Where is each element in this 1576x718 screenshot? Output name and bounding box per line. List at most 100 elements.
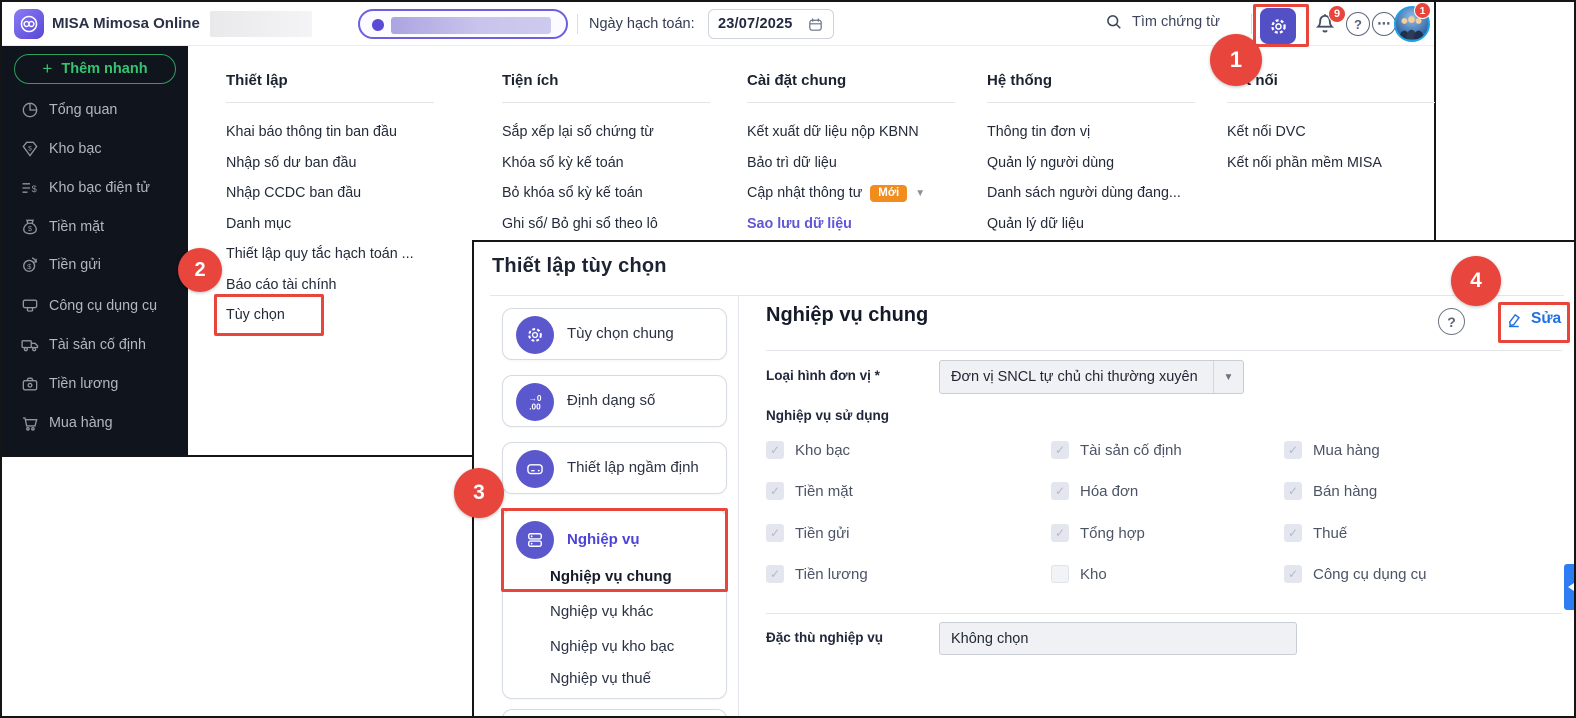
- menu-column-title: Tiện ích: [502, 72, 559, 89]
- unit-type-select[interactable]: Đơn vị SNCL tự chủ chi thường xuyên ▼: [939, 360, 1244, 394]
- menu-item[interactable]: Danh sách người dùng đang...: [987, 178, 1222, 209]
- divider: [1227, 102, 1435, 103]
- sidebar-item-cong-cu-dung-cu[interactable]: Công cụ dụng cụ: [2, 292, 188, 320]
- svg-text:→0: →0: [529, 394, 542, 403]
- modal-nav-dinh-dang-so[interactable]: →0.00 Định dạng số: [502, 375, 727, 427]
- checkbox[interactable]: ✓: [1051, 441, 1069, 459]
- content-heading: Nghiệp vụ chung: [766, 304, 929, 326]
- svg-text:.00: .00: [529, 403, 541, 412]
- find-voucher-label: Tìm chứng từ: [1132, 14, 1220, 30]
- chevron-left-icon: [1568, 583, 1574, 591]
- sidebar-item-tai-san-co-dinh[interactable]: Tài sản cố định: [2, 331, 188, 359]
- ellipsis-icon: ⋯: [1377, 16, 1391, 31]
- menu-column-he-thong: Hệ thống Thông tin đơn vị Quản lý người …: [987, 72, 1222, 239]
- sidebar-item-tien-mat[interactable]: $ Tiền mặt: [2, 213, 188, 241]
- checkbox[interactable]: ✓: [1051, 565, 1069, 583]
- checkbox[interactable]: ✓: [766, 565, 784, 583]
- notifications-bell-button[interactable]: 9: [1312, 5, 1346, 39]
- menu-item[interactable]: Quản lý dữ liệu: [987, 209, 1222, 240]
- menu-item[interactable]: Thông tin đơn vị: [987, 117, 1222, 148]
- checkbox[interactable]: ✓: [1051, 482, 1069, 500]
- modal-nav-nghiep-vu-khac[interactable]: Nghiệp vụ khác: [550, 603, 653, 620]
- collapse-panel-tab[interactable]: [1564, 564, 1574, 610]
- options-modal: Thiết lập tùy chọn Tùy chọn chung →0.00 …: [472, 240, 1574, 716]
- menu-item[interactable]: Danh mục: [226, 209, 496, 240]
- checkbox[interactable]: ✓: [1284, 482, 1302, 500]
- menu-item[interactable]: Bảo trì dữ liệu: [747, 148, 987, 179]
- sidebar-item-kho-bac-dien-tu[interactable]: $ Kho bạc điện tử: [2, 174, 188, 202]
- help-icon: ?: [1354, 16, 1362, 32]
- check-icon: ✓: [1287, 567, 1299, 581]
- menu-item[interactable]: Khóa sổ kỳ kế toán: [502, 148, 737, 179]
- sidebar-item-mua-hang[interactable]: Mua hàng: [2, 409, 188, 437]
- more-options-button[interactable]: ⋯: [1372, 12, 1396, 36]
- help-button[interactable]: ?: [1438, 308, 1465, 335]
- find-voucher-button[interactable]: Tìm chứng từ: [1104, 12, 1220, 32]
- special-ops-field[interactable]: Không chọn: [939, 622, 1297, 655]
- check-icon: ✓: [1054, 443, 1066, 457]
- status-dot-icon: [372, 19, 384, 31]
- modal-title: Thiết lập tùy chọn: [492, 255, 667, 277]
- checkbox[interactable]: ✓: [766, 524, 784, 542]
- check-icon: ✓: [769, 443, 781, 457]
- menu-item-sao-luu[interactable]: Sao lưu dữ liệu: [747, 209, 987, 240]
- modal-nav-nghiep-vu-kho-bac[interactable]: Nghiệp vụ kho bạc: [550, 638, 674, 655]
- svg-text:$: $: [27, 262, 32, 271]
- blurred-status-pill[interactable]: [358, 9, 568, 39]
- checkbox[interactable]: ✓: [1284, 441, 1302, 459]
- menu-item[interactable]: Khai báo thông tin ban đầu: [226, 117, 496, 148]
- sidebar-item-tien-gui[interactable]: $ Tiền gửi: [2, 251, 188, 279]
- menu-item[interactable]: Kết nối phần mềm MISA: [1227, 148, 1417, 179]
- cash-icon: $: [20, 217, 40, 237]
- annotation-box-step3: [501, 508, 728, 592]
- modal-nav-thiet-lap-ngam-dinh[interactable]: Thiết lập ngầm định: [502, 442, 727, 494]
- menu-item[interactable]: Kết xuất dữ liệu nộp KBNN: [747, 117, 987, 148]
- blurred-company-name: [210, 11, 312, 37]
- divider: [766, 350, 1562, 351]
- modal-nav-tuy-chon-chung[interactable]: Tùy chọn chung: [502, 308, 727, 360]
- treasury-icon: $: [20, 139, 40, 159]
- checkbox[interactable]: ✓: [1051, 524, 1069, 542]
- module-kho: ✓ Kho: [1051, 564, 1107, 584]
- quick-add-button[interactable]: + Thêm nhanh: [14, 54, 176, 84]
- check-icon: ✓: [769, 484, 781, 498]
- checkbox[interactable]: ✓: [1284, 565, 1302, 583]
- menu-item[interactable]: Nhập số dư ban đầu: [226, 148, 496, 179]
- posting-date-field[interactable]: 23/07/2025: [708, 9, 834, 39]
- menu-item[interactable]: Sắp xếp lại số chứng từ: [502, 117, 737, 148]
- menu-item[interactable]: Ghi sổ/ Bỏ ghi sổ theo lô: [502, 209, 737, 240]
- modal-nav-partial-card[interactable]: [502, 709, 727, 716]
- help-button[interactable]: ?: [1346, 12, 1370, 36]
- checkbox[interactable]: ✓: [1284, 524, 1302, 542]
- payroll-briefcase-icon: [20, 374, 40, 394]
- unit-type-label: Loại hình đơn vị *: [766, 368, 880, 383]
- menu-item[interactable]: Nhập CCDC ban đầu: [226, 178, 496, 209]
- overview-pie-icon: [20, 100, 40, 120]
- chevron-down-icon: ▼: [915, 187, 926, 199]
- svg-text:$: $: [28, 145, 32, 152]
- deposit-icon: $: [20, 255, 40, 275]
- module-mua-hang: ✓ Mua hàng: [1284, 440, 1380, 460]
- modal-nav-nghiep-vu-thue[interactable]: Nghiệp vụ thuế: [550, 670, 651, 687]
- menu-item-cap-nhat-thong-tu[interactable]: Cập nhật thông tư Mới ▼: [747, 178, 987, 209]
- misa-logo-icon[interactable]: [14, 9, 44, 39]
- sidebar-item-tong-quan[interactable]: Tổng quan: [2, 96, 188, 124]
- menu-item[interactable]: Bỏ khóa sổ kỳ kế toán: [502, 178, 737, 209]
- module-tong-hop: ✓ Tổng hợp: [1051, 523, 1145, 543]
- menu-column-ket-noi: Kết nối Kết nối DVC Kết nối phần mềm MIS…: [1227, 72, 1435, 179]
- menu-item[interactable]: Quản lý người dùng: [987, 148, 1222, 179]
- special-ops-label: Đặc thù nghiệp vụ: [766, 630, 884, 645]
- sidebar-item-tien-luong[interactable]: Tiền lương: [2, 370, 188, 398]
- menu-item[interactable]: Thiết lập quy tắc hạch toán ...: [226, 239, 496, 270]
- topbar-separator: [1251, 14, 1252, 34]
- left-sidebar: + Thêm nhanh Tổng quan $ Kho bạc $ Kho b…: [2, 46, 188, 455]
- module-tien-mat: ✓ Tiền mặt: [766, 481, 853, 501]
- checkbox[interactable]: ✓: [766, 482, 784, 500]
- checkbox[interactable]: ✓: [766, 441, 784, 459]
- avatar-notification-badge: 1: [1414, 2, 1431, 19]
- chevron-down-icon: ▼: [1213, 361, 1243, 393]
- menu-item[interactable]: Kết nối DVC: [1227, 117, 1417, 148]
- notification-count-badge: 9: [1328, 5, 1346, 23]
- topbar-separator: [577, 14, 578, 34]
- sidebar-item-kho-bac[interactable]: $ Kho bạc: [2, 135, 188, 163]
